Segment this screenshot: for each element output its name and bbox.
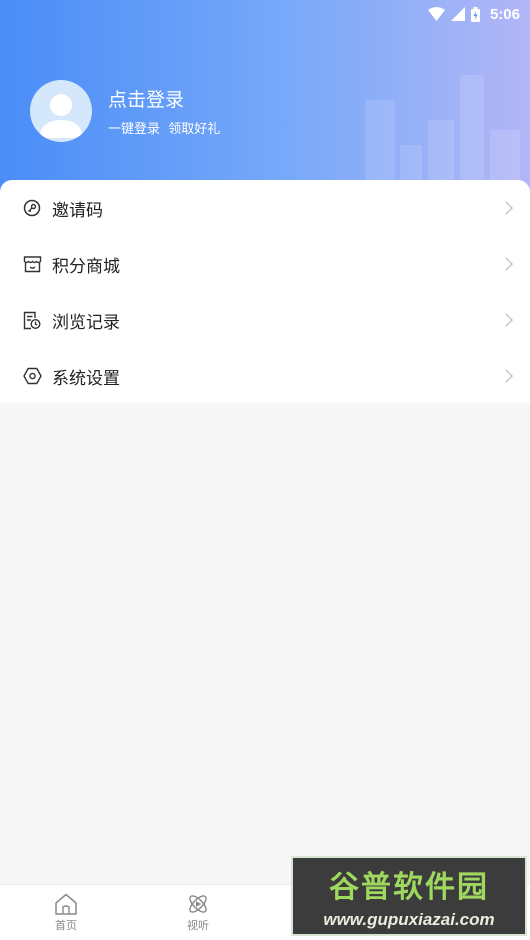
store-icon <box>22 254 42 274</box>
battery-icon <box>470 6 480 22</box>
chevron-right-icon <box>505 313 514 327</box>
chevron-right-icon <box>505 369 514 383</box>
chevron-right-icon <box>505 201 514 215</box>
watermark: 谷普软件园 www.gupuxiazai.com <box>291 856 527 936</box>
media-icon <box>189 894 207 913</box>
key-icon <box>22 198 42 218</box>
menu-item-label: 浏览记录 <box>52 312 120 333</box>
tab-media[interactable]: 视听 <box>132 885 264 940</box>
home-icon <box>55 893 77 915</box>
menu-item-points-mall[interactable]: 积分商城 <box>0 236 530 292</box>
menu-item-invite-code[interactable]: 邀请码 <box>0 180 530 236</box>
watermark-title: 谷普软件园 <box>329 871 489 904</box>
cellular-signal-icon <box>450 7 465 21</box>
watermark-url: www.gupuxiazai.com <box>323 910 495 929</box>
user-avatar-icon <box>39 94 83 138</box>
menu-item-label: 系统设置 <box>52 368 120 389</box>
login-subtitle: 一键登录 领取好礼 <box>108 122 221 137</box>
history-icon <box>22 310 42 330</box>
login-title[interactable]: 点击登录 <box>108 85 220 112</box>
menu-item-label: 积分商城 <box>52 256 120 277</box>
profile-header: 5:06 点击登录 一键登录 领取好礼 <box>0 0 530 200</box>
menu-item-browse-history[interactable]: 浏览记录 <box>0 292 530 348</box>
wifi-icon <box>427 7 445 21</box>
tab-home[interactable]: 首页 <box>0 885 132 940</box>
tab-label: 首页 <box>55 918 77 932</box>
avatar[interactable] <box>30 80 92 142</box>
login-prompt[interactable]: 点击登录 一键登录 领取好礼 <box>30 80 220 142</box>
chevron-right-icon <box>505 257 514 271</box>
status-time: 5:06 <box>489 5 520 23</box>
settings-icon <box>22 366 42 386</box>
status-bar: 5:06 <box>0 0 530 28</box>
menu-item-system-settings[interactable]: 系统设置 <box>0 348 530 404</box>
menu-item-label: 邀请码 <box>52 200 103 221</box>
tab-label: 视听 <box>187 918 209 932</box>
menu-list: 邀请码 积分商城 浏览记录 系统设置 <box>0 180 530 403</box>
